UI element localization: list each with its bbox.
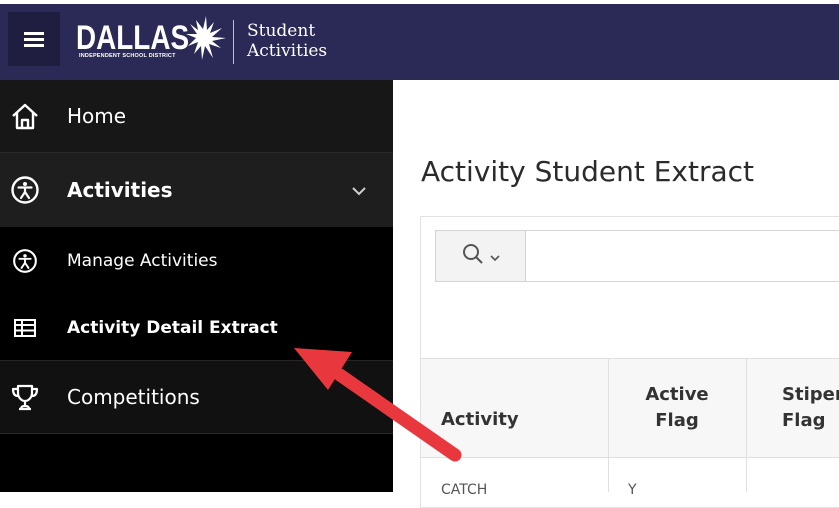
- table-cell-active-flag: Y: [628, 482, 637, 498]
- menu-toggle-button[interactable]: [8, 12, 60, 66]
- accessibility-icon: [8, 244, 42, 278]
- table-icon: [8, 311, 42, 345]
- annotation-arrow: [294, 348, 462, 462]
- accessibility-icon: [8, 173, 42, 207]
- column-header-active-flag[interactable]: Active Flag: [620, 382, 734, 434]
- column-header-stipend-flag[interactable]: Stipen Flag: [782, 382, 839, 434]
- hamburger-icon: [24, 29, 44, 50]
- column-divider: [608, 358, 609, 492]
- sidebar-item-label: Manage Activities: [67, 251, 218, 271]
- header-top-border: [0, 0, 839, 4]
- sidebar-item-home[interactable]: Home: [0, 80, 393, 153]
- chevron-down-icon: [489, 247, 500, 266]
- sidebar-item-label: Activities: [67, 178, 173, 202]
- page-title: Activity Student Extract: [421, 155, 755, 188]
- logo-wordmark: DALLAS: [76, 19, 190, 57]
- chevron-down-icon[interactable]: [352, 181, 366, 200]
- sidebar-item-label: Activity Detail Extract: [67, 317, 278, 338]
- sidebar-item-label: Competitions: [67, 385, 200, 409]
- starburst-icon: [186, 16, 226, 60]
- sidebar-item-label: Home: [67, 104, 127, 128]
- app-header: DALLAS INDEPENDENT SCHOOL DISTRICT Stude…: [0, 0, 839, 80]
- sidebar-item-activities[interactable]: Activities: [0, 153, 393, 227]
- logo-subtitle: INDEPENDENT SCHOOL DISTRICT: [79, 53, 176, 59]
- search-input[interactable]: [525, 230, 839, 282]
- trophy-icon: [8, 380, 42, 414]
- sidebar-item-manage-activities[interactable]: Manage Activities: [0, 227, 393, 295]
- app-title: Student Activities: [247, 21, 328, 61]
- column-divider: [746, 358, 747, 492]
- search-icon: [462, 243, 484, 269]
- header-divider: [233, 20, 234, 64]
- table-cell-activity: CATCH: [441, 482, 488, 498]
- search-column-button[interactable]: [435, 230, 526, 282]
- home-icon: [8, 99, 42, 133]
